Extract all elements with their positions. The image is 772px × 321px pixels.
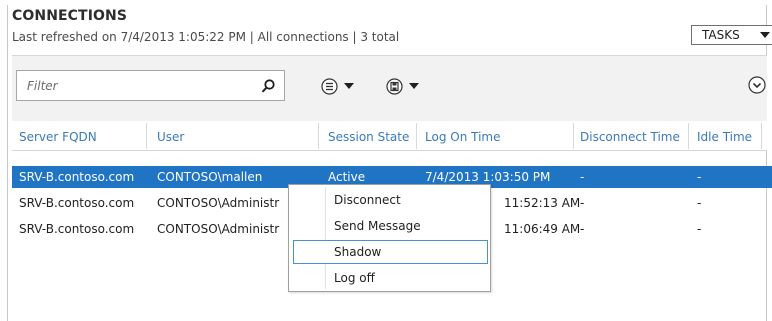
menu-item-send-message[interactable]: Send Message: [293, 214, 488, 238]
column-user[interactable]: User: [157, 130, 184, 144]
list-view-icon: [321, 77, 338, 95]
menu-item-disconnect[interactable]: Disconnect: [293, 188, 488, 212]
page-title: CONNECTIONS: [12, 8, 128, 24]
save-icon: [386, 77, 403, 95]
column-server-fqdn[interactable]: Server FQDN: [19, 130, 97, 144]
refresh-status: Last refreshed on 7/4/2013 1:05:22 PM | …: [12, 30, 400, 44]
cell-state: Active: [328, 170, 366, 184]
cell-idle: -: [697, 170, 702, 184]
column-disconnect-time[interactable]: Disconnect Time: [580, 130, 680, 144]
menu-item-label: Send Message: [334, 219, 421, 233]
save-query-button[interactable]: [386, 76, 419, 96]
cell-idle: -: [697, 196, 702, 210]
menu-item-label: Log off: [334, 271, 375, 285]
tasks-label: TASKS: [702, 28, 740, 42]
expand-icon[interactable]: [748, 76, 766, 94]
menu-item-label: Disconnect: [334, 193, 401, 207]
search-icon[interactable]: [260, 78, 276, 94]
menu-item-log-off[interactable]: Log off: [293, 266, 488, 290]
cell-logon: 7/4/2013 1:03:50 PM: [425, 170, 551, 184]
cell-logon: 11:06:49 AM: [504, 222, 581, 236]
filter-input[interactable]: Filter: [16, 70, 285, 101]
cell-idle: -: [697, 222, 702, 236]
menu-item-shadow[interactable]: Shadow: [293, 240, 488, 264]
column-idle-time[interactable]: Idle Time: [697, 130, 752, 144]
filter-placeholder: Filter: [27, 79, 58, 93]
context-menu: Disconnect Send Message Shadow Log off: [288, 184, 491, 292]
column-divider[interactable]: [416, 123, 417, 149]
column-log-on-time[interactable]: Log On Time: [425, 130, 500, 144]
tasks-dropdown[interactable]: TASKS: [691, 25, 772, 45]
chevron-down-icon: [344, 83, 354, 89]
column-divider[interactable]: [318, 123, 319, 149]
cell-user: CONTOSO\Administr: [157, 196, 280, 210]
cell-disconnect: -: [580, 170, 585, 184]
cell-server: SRV-B.contoso.com: [19, 222, 135, 236]
chevron-down-icon: [760, 32, 770, 38]
cell-server: SRV-B.contoso.com: [19, 196, 135, 210]
cell-user: CONTOSO\Administr: [157, 222, 280, 236]
column-divider[interactable]: [146, 123, 147, 149]
chevron-down-icon: [409, 83, 419, 89]
table-header: Server FQDN User Session State Log On Ti…: [12, 121, 767, 151]
cell-disconnect: -: [580, 196, 585, 210]
menu-item-label: Shadow: [334, 245, 382, 259]
cell-logon: 11:52:13 AM: [504, 196, 581, 210]
column-divider[interactable]: [573, 123, 574, 149]
cell-user: CONTOSO\mallen: [157, 170, 263, 184]
column-session-state[interactable]: Session State: [328, 130, 409, 144]
list-view-button[interactable]: [321, 76, 354, 96]
column-divider[interactable]: [688, 123, 689, 149]
column-divider[interactable]: [761, 123, 762, 149]
cell-server: SRV-B.contoso.com: [19, 170, 135, 184]
cell-disconnect: -: [580, 222, 585, 236]
